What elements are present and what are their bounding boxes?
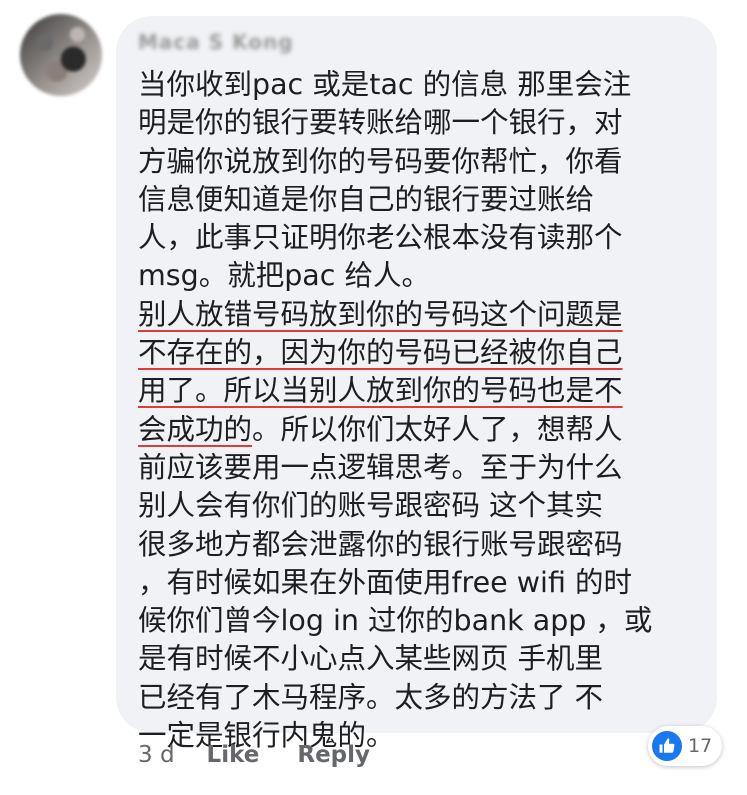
comment-line: ，有时候如果在外面使用free wifi 的时 — [138, 564, 708, 602]
line-text: 明是你的银行要转账给哪一个银行，对 — [138, 106, 623, 140]
comment-author[interactable]: Maca S Kong — [138, 30, 294, 54]
comment-line: 不存在的，因为你的号码已经被你自己 — [138, 334, 708, 372]
line-text: 前应该要用一点逻辑思考。至于为什么 — [138, 450, 623, 484]
line-text: msg。就把pac 给人。 — [138, 259, 430, 293]
line-text: 。所以你们太好人了，想帮人 — [252, 412, 623, 446]
comment-line: 是有时候不小心点入某些网页 手机里 — [138, 640, 708, 678]
comment-line: 已经有了木马程序。太多的方法了 不 — [138, 679, 708, 717]
comment-line: 方骗你说放到你的号码要你帮忙，你看 — [138, 143, 708, 181]
highlighted-text: 会成功的 — [138, 412, 253, 446]
line-text: 候你们曾今log in 过你的bank app ，或 — [138, 604, 653, 638]
reaction-count: 17 — [688, 735, 713, 757]
thumbs-up-icon — [652, 731, 682, 761]
comment-line: msg。就把pac 给人。 — [138, 257, 708, 295]
line-text: ，有时候如果在外面使用free wifi 的时 — [138, 565, 632, 599]
comment-line: 会成功的。所以你们太好人了，想帮人 — [138, 411, 708, 449]
line-text: 人，此事只证明你老公根本没有读那个 — [138, 221, 623, 255]
highlighted-text: 别人放错号码放到你的号码这个问题是 — [138, 297, 623, 331]
line-text: 别人会有你们的账号跟密码 这个其实 — [138, 489, 604, 523]
comment-text: 当你收到pac 或是tac 的信息 那里会注 明是你的银行要转账给哪一个银行，对方… — [138, 66, 708, 755]
line-text: 当你收到pac 或是tac 的信息 那里会注 — [138, 68, 632, 101]
comment-line: 当你收到pac 或是tac 的信息 那里会注 — [138, 66, 708, 104]
comment-line: 人，此事只证明你老公根本没有读那个 — [138, 219, 708, 257]
comment-line: 信息便知道是你自己的银行要过账给 — [138, 181, 708, 219]
like-button[interactable]: Like — [207, 742, 260, 768]
comment-line: 明是你的银行要转账给哪一个银行，对 — [138, 104, 708, 142]
line-text: 已经有了木马程序。太多的方法了 不 — [138, 680, 604, 714]
reply-button[interactable]: Reply — [297, 742, 370, 768]
comment-line: 候你们曾今log in 过你的bank app ，或 — [138, 602, 708, 640]
avatar[interactable] — [20, 14, 102, 96]
line-text: 信息便知道是你自己的银行要过账给 — [138, 182, 595, 216]
comment-actions: 3 d Like Reply — [138, 742, 408, 768]
line-text: 很多地方都会泄露你的银行账号跟密码 — [138, 527, 623, 561]
highlighted-text: 不存在的，因为你的号码已经被你自己 — [138, 336, 623, 370]
comment-line: 前应该要用一点逻辑思考。至于为什么 — [138, 449, 708, 487]
line-text: 是有时候不小心点入某些网页 手机里 — [138, 642, 604, 676]
comment-line: 用了。所以当别人放到你的号码也是不 — [138, 372, 708, 410]
reaction-summary[interactable]: 17 — [648, 726, 723, 766]
comment-timestamp[interactable]: 3 d — [138, 742, 175, 768]
highlighted-text: 用了。所以当别人放到你的号码也是不 — [138, 374, 623, 408]
comment-line: 别人放错号码放到你的号码这个问题是 — [138, 296, 708, 334]
comment-line: 很多地方都会泄露你的银行账号跟密码 — [138, 526, 708, 564]
comment-line: 别人会有你们的账号跟密码 这个其实 — [138, 487, 708, 525]
line-text: 方骗你说放到你的号码要你帮忙，你看 — [138, 144, 623, 178]
